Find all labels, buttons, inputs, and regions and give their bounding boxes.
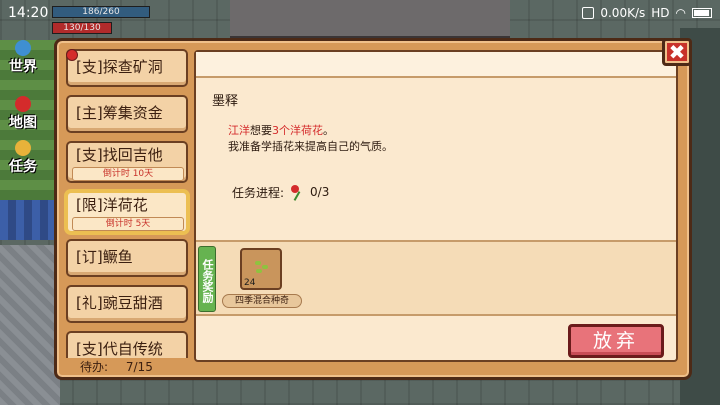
status-right: 0.00K/s HD ◠ [582,6,712,20]
quest-timer: 倒计时 5天 [72,217,184,231]
desc-end: 。 [323,124,334,137]
quest-item-myoga[interactable]: [限]洋荷花 倒计时 5天 [66,191,188,233]
seed-pack-icon [253,259,271,277]
nav-quest-label: 任务 [9,159,37,175]
reward-count: 24 [244,278,256,288]
quest-progress: 任务进程: 0/3 [232,183,329,201]
quest-detail: 墨释 江洋想要3个洋荷花。 我准备学插花来提高自己的气质。 任务进程: 0/3 … [194,50,678,362]
quest-item-label: [订]鳜鱼 [76,248,133,266]
quest-timer: 倒计时 10天 [72,167,184,181]
nav-map[interactable]: 地图 [2,96,44,132]
quest-item-pea-wine[interactable]: [礼]豌豆甜酒 [66,285,188,323]
nav-map-label: 地图 [9,115,37,131]
map-pin-icon [15,96,31,112]
quest-pin-icon [15,140,31,156]
status-bar: 14:20 0.00K/s HD ◠ [0,0,720,28]
nav-quest[interactable]: 任务 [2,140,44,176]
quest-item-mandarin-fish[interactable]: [订]鳜鱼 [66,239,188,277]
close-button[interactable]: ✖ [662,38,692,66]
pending-count: 待办: 7/15 [66,358,186,378]
battery-icon [692,8,712,18]
quest-description: 江洋想要3个洋荷花。 [228,122,334,138]
status-time: 14:20 [8,5,49,21]
pending-label: 待办: [80,360,109,374]
notification-dot [66,49,78,61]
npc-name: 墨释 [212,94,239,109]
quest-item-label: [限]洋荷花 [76,196,148,214]
abandon-button[interactable]: 放弃 [568,324,664,358]
quest-item-label: [支]探查矿洞 [76,58,163,76]
quest-item-label: [支]找回吉他 [76,146,163,164]
desc-npc: 江洋 [228,124,250,137]
reward-tab: 任务奖励 [198,246,216,312]
desc-mid: 想要 [250,124,272,137]
nav-world-label: 世界 [9,59,37,75]
quest-flavor-text: 我准备学插花来提高自己的气质。 [228,140,393,153]
signal-icon [582,7,595,19]
detail-header [196,52,676,78]
quest-item-explore-mine[interactable]: [支]探查矿洞 [66,49,188,87]
hedge-area [0,200,60,240]
quest-list[interactable]: [支]探查矿洞 [主]筹集资金 [支]找回吉他 倒计时 10天 [限]洋荷花 倒… [62,45,192,358]
progress-label: 任务进程: [232,185,285,200]
quest-item-label: [主]筹集资金 [76,104,163,122]
progress-value: 0/3 [310,185,330,199]
pending-value: 7/15 [125,360,153,374]
reward-section: 任务奖励 24 四季混合种奇 [196,240,676,316]
quest-item-partial[interactable]: [支]代自传统 [66,331,188,358]
close-icon: ✖ [668,40,686,64]
globe-icon [15,40,31,56]
pavement [0,245,60,405]
quest-item-label: [礼]豌豆甜酒 [76,294,163,312]
reward-item[interactable]: 24 [240,248,282,290]
desc-target: 3个洋荷花 [272,124,323,137]
reward-name: 四季混合种奇 [222,294,302,308]
wifi-icon: ◠ [675,6,686,20]
quest-item-find-guitar[interactable]: [支]找回吉他 倒计时 10天 [66,141,188,183]
flower-icon [288,183,306,201]
network-type: HD [651,6,670,20]
quest-item-label: [支]代自传统 [76,340,163,358]
nav-world[interactable]: 世界 [2,40,44,76]
network-speed: 0.00K/s [600,6,646,20]
quest-item-raise-funds[interactable]: [主]筹集资金 [66,95,188,133]
